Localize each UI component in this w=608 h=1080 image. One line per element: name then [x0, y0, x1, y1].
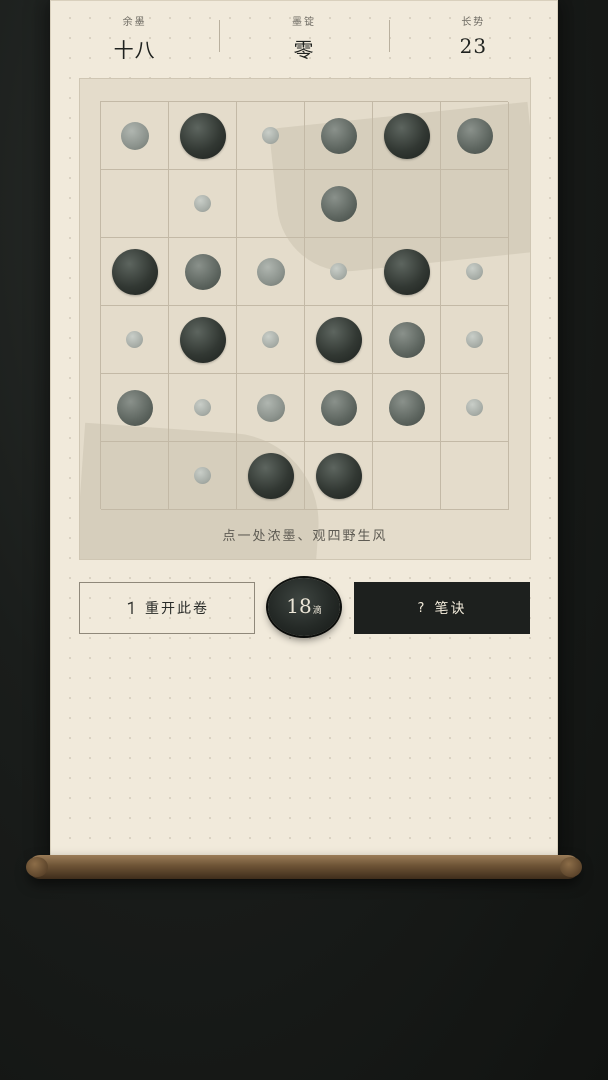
board-cell[interactable]: [373, 238, 441, 306]
board-cell[interactable]: [237, 238, 305, 306]
board-cell[interactable]: [169, 306, 237, 374]
ink-drop: [111, 248, 158, 295]
ink-drop: [262, 331, 279, 348]
ink-drop: [320, 389, 357, 426]
ink-drop: [247, 452, 294, 499]
counter-unit: 滴: [312, 606, 322, 616]
stat-value: 零: [293, 38, 315, 62]
board-cell[interactable]: [441, 102, 509, 170]
brush-secrets-label: 笔诀: [434, 601, 467, 617]
ink-drop: [383, 248, 430, 295]
board-cell[interactable]: [305, 170, 373, 238]
ink-drop: [466, 263, 483, 280]
ink-drop-counter: 18 滴: [268, 578, 340, 636]
board-cell[interactable]: [373, 374, 441, 442]
stat-label: 墨锭: [291, 17, 316, 28]
board-cell[interactable]: [305, 306, 373, 374]
board-cell[interactable]: [373, 102, 441, 170]
board-cell[interactable]: [169, 238, 237, 306]
ink-drop: [120, 121, 149, 150]
brush-secrets-button[interactable]: ? 笔诀: [354, 582, 530, 634]
board-cell[interactable]: [237, 102, 305, 170]
board-hint: 点一处浓墨、观四野生风: [222, 529, 388, 544]
game-screen: 余墨 十八 墨锭 零 长势 23 点一处浓墨、观四野生风 重开此卷 18 滴 ?…: [0, 0, 608, 1080]
stat-growth: 长势 23: [388, 0, 558, 70]
ink-drop: [256, 393, 285, 422]
board-cell[interactable]: [237, 374, 305, 442]
ink-drop: [388, 321, 425, 358]
board-cell[interactable]: [237, 170, 305, 238]
board-cell[interactable]: [441, 238, 509, 306]
ink-drop: [194, 195, 211, 212]
board-cell[interactable]: [441, 442, 509, 510]
ink-drop: [466, 331, 483, 348]
restart-icon: [127, 601, 133, 614]
question-icon: ?: [417, 600, 427, 616]
board-cell[interactable]: [169, 102, 237, 170]
board-cell[interactable]: [305, 238, 373, 306]
ink-drop: [466, 399, 483, 416]
stat-ink-sticks: 墨锭 零: [219, 0, 388, 70]
ink-drop: [194, 467, 211, 484]
ink-drop: [320, 117, 357, 154]
stats-bar: 余墨 十八 墨锭 零 长势 23: [50, 0, 558, 70]
scroll-rod-end: [26, 857, 48, 877]
board-cell[interactable]: [101, 170, 169, 238]
board-cell[interactable]: [101, 102, 169, 170]
stat-remaining-ink: 余墨 十八: [50, 0, 219, 70]
board-cell[interactable]: [237, 306, 305, 374]
ink-drop: [315, 316, 362, 363]
board-frame: 点一处浓墨、观四野生风: [79, 78, 531, 560]
stat-label: 余墨: [122, 17, 147, 28]
ink-drop: [184, 253, 221, 290]
ink-drop: [126, 331, 143, 348]
board-cell[interactable]: [169, 170, 237, 238]
board-cell[interactable]: [169, 374, 237, 442]
board-cell[interactable]: [373, 170, 441, 238]
stat-label: 长势: [461, 17, 486, 28]
ink-drop: [388, 389, 425, 426]
board-cell[interactable]: [373, 306, 441, 374]
ink-drop: [256, 257, 285, 286]
scroll-paper: 余墨 十八 墨锭 零 长势 23 点一处浓墨、观四野生风 重开此卷 18 滴 ?…: [50, 0, 558, 858]
board-cell[interactable]: [101, 442, 169, 510]
ink-drop: [179, 316, 226, 363]
ink-drop: [320, 185, 357, 222]
ink-drop: [262, 127, 279, 144]
board-cell[interactable]: [101, 374, 169, 442]
ink-drop: [315, 452, 362, 499]
restart-label: 重开此卷: [145, 601, 209, 617]
board-cell[interactable]: [441, 170, 509, 238]
ink-drop: [330, 263, 347, 280]
restart-button[interactable]: 重开此卷: [79, 582, 255, 634]
scroll-rod: [28, 855, 580, 879]
board-cell[interactable]: [101, 238, 169, 306]
board-cell[interactable]: [101, 306, 169, 374]
ink-drop: [116, 389, 153, 426]
scroll-rod-end: [560, 857, 582, 877]
ink-drop: [179, 112, 226, 159]
ink-drop: [383, 112, 430, 159]
board-cell[interactable]: [441, 374, 509, 442]
ink-drop: [456, 117, 493, 154]
board-cell[interactable]: [305, 374, 373, 442]
stat-value: 十八: [113, 38, 156, 62]
board-cell[interactable]: [305, 102, 373, 170]
stat-value: 23: [459, 34, 488, 58]
ink-drop: [194, 399, 211, 416]
board-cell[interactable]: [305, 442, 373, 510]
board-cell[interactable]: [169, 442, 237, 510]
board-cell[interactable]: [237, 442, 305, 510]
board-cell[interactable]: [373, 442, 441, 510]
board-cell[interactable]: [441, 306, 509, 374]
counter-value: 18: [286, 594, 312, 618]
game-board: [100, 101, 509, 510]
